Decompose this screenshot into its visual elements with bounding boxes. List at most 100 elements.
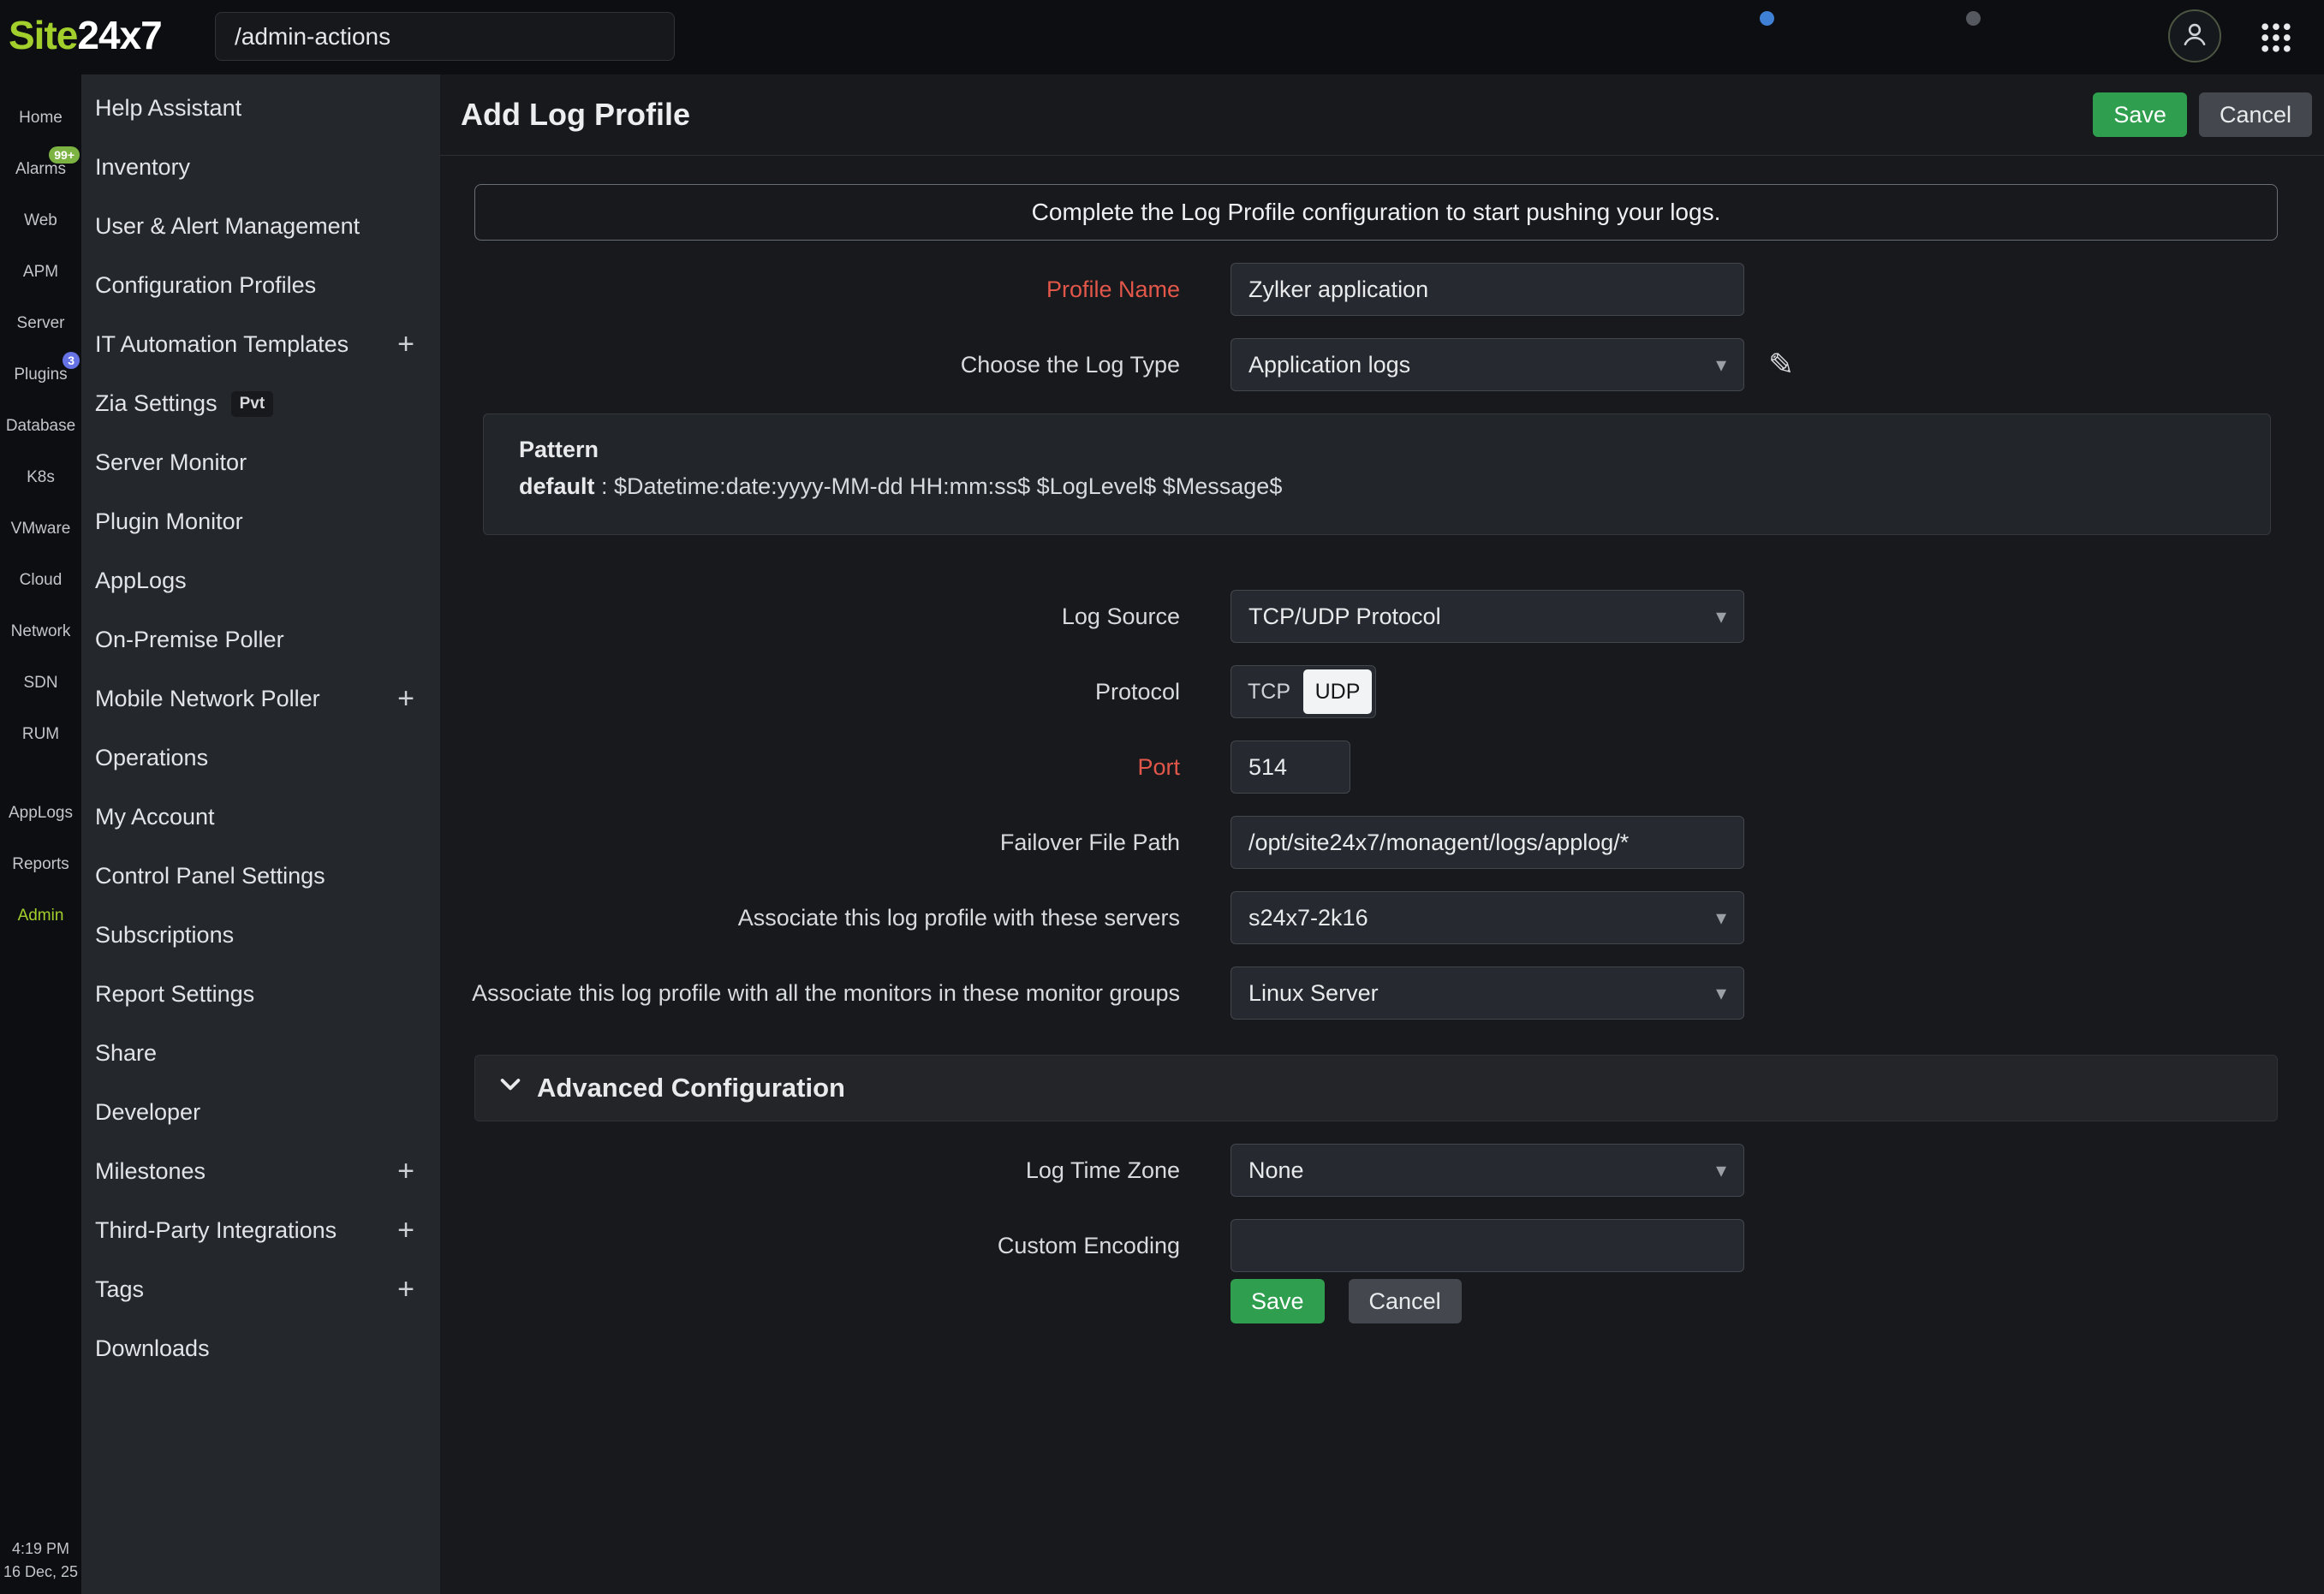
log-type-value: Application logs — [1248, 352, 1410, 378]
person-icon — [2179, 19, 2210, 54]
sidebar-item-applogs[interactable]: AppLogs — [81, 551, 440, 610]
info-banner: Complete the Log Profile configuration t… — [474, 184, 2278, 241]
sidebar-item-it-automation-templates[interactable]: IT Automation Templates + — [81, 315, 440, 374]
log-type-select[interactable]: Application logs ▾ — [1231, 338, 1744, 391]
clock-time: 4:19 PM — [0, 1537, 81, 1561]
protocol-udp-button[interactable]: UDP — [1303, 669, 1372, 714]
cancel-button[interactable]: Cancel — [2199, 92, 2312, 137]
status-dot-gray[interactable] — [1966, 11, 1981, 26]
sidebar-item-mobile-network-poller[interactable]: Mobile Network Poller + — [81, 669, 440, 729]
encoding-label: Custom Encoding — [440, 1233, 1231, 1259]
rail-label: VMware — [11, 520, 71, 538]
rail-item-database[interactable]: Database — [0, 401, 81, 452]
associate-servers-select[interactable]: s24x7-2k16 ▾ — [1231, 891, 1744, 944]
site24x7-app: Site24x7 Home 99+ Alarms — [0, 0, 2324, 1594]
rail-item-apm[interactable]: APM — [0, 247, 81, 298]
plus-icon[interactable]: + — [397, 1214, 414, 1247]
plus-icon[interactable]: + — [397, 1155, 414, 1188]
rail-item-alarms[interactable]: 99+ Alarms — [0, 144, 81, 195]
sidebar-item-operations[interactable]: Operations — [81, 729, 440, 788]
failover-path-input[interactable] — [1231, 816, 1744, 869]
rail-item-rum[interactable]: RUM — [0, 709, 81, 760]
sidebar-item-zia-settings[interactable]: Zia Settings Pvt — [81, 374, 440, 433]
failover-path-row: Failover File Path — [440, 816, 2324, 869]
protocol-label: Protocol — [440, 679, 1231, 705]
sidebar-item-milestones[interactable]: Milestones + — [81, 1142, 440, 1201]
sidebar-item-on-premise-poller[interactable]: On-Premise Poller — [81, 610, 440, 669]
port-input[interactable] — [1231, 740, 1350, 794]
edit-pencil-icon[interactable]: ✎ — [1768, 347, 1794, 383]
sidebar-item-report-settings[interactable]: Report Settings — [81, 965, 440, 1024]
monitor-groups-row: Associate this log profile with all the … — [440, 967, 2324, 1020]
admin-actions-search-input[interactable] — [215, 12, 675, 61]
sidebar-item-help-assistant[interactable]: Help Assistant — [81, 79, 440, 138]
plus-icon[interactable]: + — [397, 682, 414, 716]
rail-label: AppLogs — [9, 804, 73, 823]
log-source-select[interactable]: TCP/UDP Protocol ▾ — [1231, 590, 1744, 643]
caret-down-icon: ▾ — [1716, 906, 1726, 931]
sidebar-item-share[interactable]: Share — [81, 1024, 440, 1083]
sidebar-item-inventory[interactable]: Inventory — [81, 138, 440, 197]
sidebar-item-developer[interactable]: Developer — [81, 1083, 440, 1142]
rail-item-web[interactable]: Web — [0, 195, 81, 247]
timezone-select[interactable]: None ▾ — [1231, 1144, 1744, 1197]
apps-grid-icon[interactable] — [2257, 19, 2295, 57]
chevron-down-icon — [498, 1072, 523, 1104]
form-save-button[interactable]: Save — [1231, 1279, 1325, 1323]
topbar: Site24x7 — [0, 0, 2324, 74]
sidebar-item-label: Configuration Profiles — [95, 272, 316, 299]
sidebar-item-subscriptions[interactable]: Subscriptions — [81, 906, 440, 965]
rail-spacer — [0, 760, 81, 788]
plugins-count-badge: 3 — [63, 352, 80, 369]
rail-item-cloud[interactable]: Cloud — [0, 555, 81, 606]
sidebar-item-control-panel-settings[interactable]: Control Panel Settings — [81, 847, 440, 906]
sidebar-item-label: Tags — [95, 1276, 144, 1303]
sidebar-item-configuration-profiles[interactable]: Configuration Profiles — [81, 256, 440, 315]
rail-label: Admin — [18, 907, 64, 925]
sidebar-item-label: Subscriptions — [95, 922, 234, 949]
site24x7-logo[interactable]: Site24x7 — [9, 12, 162, 58]
rail-label: SDN — [23, 674, 57, 693]
rail-item-home[interactable]: Home — [0, 92, 81, 144]
plus-icon[interactable]: + — [397, 328, 414, 361]
alarms-count-badge: 99+ — [49, 146, 80, 164]
sidebar-item-label: Milestones — [95, 1158, 206, 1185]
profile-name-input[interactable] — [1231, 263, 1744, 316]
rail-item-vmware[interactable]: VMware — [0, 503, 81, 555]
sidebar-item-label: Help Assistant — [95, 95, 241, 122]
sidebar-item-plugin-monitor[interactable]: Plugin Monitor — [81, 492, 440, 551]
rail-label: Database — [6, 417, 75, 436]
rail-item-plugins[interactable]: 3 Plugins — [0, 349, 81, 401]
user-avatar[interactable] — [2168, 9, 2221, 62]
rail-label: Home — [19, 109, 63, 128]
plus-icon[interactable]: + — [397, 1273, 414, 1306]
associate-servers-value: s24x7-2k16 — [1248, 905, 1368, 931]
rail-item-sdn[interactable]: SDN — [0, 657, 81, 709]
monitor-groups-value: Linux Server — [1248, 980, 1379, 1007]
rail-item-k8s[interactable]: K8s — [0, 452, 81, 503]
save-button[interactable]: Save — [2093, 92, 2187, 137]
sidebar-item-my-account[interactable]: My Account — [81, 788, 440, 847]
form-cancel-button[interactable]: Cancel — [1349, 1279, 1462, 1323]
caret-down-icon: ▾ — [1716, 981, 1726, 1006]
sidebar-item-third-party-integrations[interactable]: Third-Party Integrations + — [81, 1201, 440, 1260]
status-dot-blue[interactable] — [1760, 11, 1774, 26]
rail-item-server[interactable]: Server — [0, 298, 81, 349]
clock-date: 16 Dec, 25 — [0, 1561, 81, 1584]
sidebar-item-user-alert-management[interactable]: User & Alert Management — [81, 197, 440, 256]
monitor-groups-select[interactable]: Linux Server ▾ — [1231, 967, 1744, 1020]
rail-item-admin[interactable]: Admin — [0, 890, 81, 942]
sidebar-item-downloads[interactable]: Downloads — [81, 1319, 440, 1378]
sidebar-item-tags[interactable]: Tags + — [81, 1260, 440, 1319]
rail-item-applogs[interactable]: AppLogs — [0, 788, 81, 839]
encoding-input[interactable] — [1231, 1219, 1744, 1272]
rail-item-network[interactable]: Network — [0, 606, 81, 657]
main-content: Add Log Profile Save Cancel Complete the… — [440, 74, 2324, 1594]
timezone-label: Log Time Zone — [440, 1157, 1231, 1184]
rail-item-reports[interactable]: Reports — [0, 839, 81, 890]
rail-clock: 4:19 PM 16 Dec, 25 — [0, 1537, 81, 1594]
advanced-configuration-toggle[interactable]: Advanced Configuration — [474, 1055, 2278, 1121]
port-label: Port — [440, 754, 1231, 781]
sidebar-item-server-monitor[interactable]: Server Monitor — [81, 433, 440, 492]
protocol-tcp-button[interactable]: TCP — [1235, 669, 1303, 714]
